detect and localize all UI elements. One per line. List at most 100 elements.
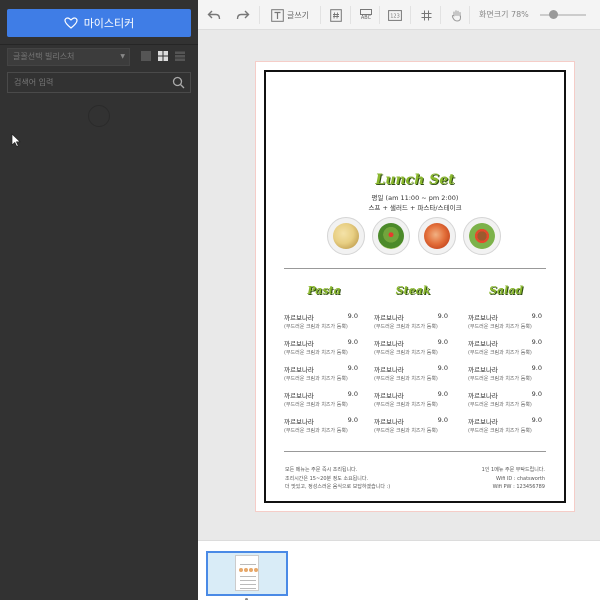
menu-hours[interactable]: 평일 (am 11:00 ~ pm 2:00) — [266, 192, 564, 202]
divider-line — [284, 268, 546, 269]
menu-item[interactable]: 까르보나라 9.0 (부드러운 크림과 치즈가 듬뿍) — [468, 364, 542, 386]
zoom-slider-track[interactable] — [540, 14, 586, 16]
toolbar-separator — [259, 6, 260, 24]
my-sticker-label: 마이스티커 — [83, 17, 135, 30]
dish-description: (부드러운 크림과 치즈가 듬뿍) — [284, 428, 348, 434]
dish-price: 9.0 — [531, 312, 542, 320]
dish-name: 까르보나라 — [374, 418, 404, 426]
heading-tool-button[interactable] — [329, 0, 343, 30]
undo-icon — [207, 10, 221, 20]
menu-title[interactable]: Lunch Set — [266, 172, 564, 188]
page-thumbnail[interactable] — [206, 551, 288, 596]
dish-name: 까르보나라 — [284, 418, 314, 426]
menu-item[interactable]: 까르보나라 9.0 (부드러운 크림과 치즈가 듬뿍) — [374, 390, 448, 412]
loading-spinner — [88, 105, 110, 127]
menu-item[interactable]: 까르보나라 9.0 (부드러운 크림과 치즈가 듬뿍) — [284, 364, 358, 386]
dish-name: 까르보나라 — [374, 340, 404, 348]
dish-price: 9.0 — [437, 390, 448, 398]
dish-description: (부드러운 크림과 치즈가 듬뿍) — [284, 324, 348, 330]
design-canvas[interactable]: Lunch Set 평일 (am 11:00 ~ pm 2:00) 스프 + 샐… — [198, 30, 600, 540]
menu-page[interactable]: Lunch Set 평일 (am 11:00 ~ pm 2:00) 스프 + 샐… — [264, 70, 566, 503]
menu-item[interactable]: 까르보나라 9.0 (부드러운 크림과 치즈가 듬뿍) — [374, 364, 448, 386]
toolbar-separator — [350, 6, 351, 24]
number-box-icon: 123 — [388, 9, 402, 21]
dish-name: 까르보나라 — [468, 314, 498, 322]
text-box-icon — [271, 8, 284, 22]
dish-name: 까르보나라 — [468, 418, 498, 426]
text-tool-label: 글쓰기 — [286, 10, 310, 20]
redo-icon — [236, 10, 250, 20]
number-tool-button[interactable]: 123 — [388, 0, 402, 30]
search-icon[interactable] — [172, 76, 185, 89]
footer-notice[interactable]: 모든 메뉴는 주문 즉시 조리됩니다. 조리시간은 15~20분 정도 소요됩니… — [285, 466, 390, 492]
font-select[interactable]: 글꼴선택 빌리스처 ▼ — [7, 48, 130, 66]
menu-item[interactable]: 까르보나라 9.0 (부드러운 크림과 치즈가 듬뿍) — [468, 416, 542, 438]
menu-item[interactable]: 까르보나라 9.0 (부드러운 크림과 치즈가 듬뿍) — [374, 338, 448, 360]
dish-price: 9.0 — [347, 390, 358, 398]
salad-dish-image[interactable] — [372, 217, 410, 255]
menu-item[interactable]: 까르보나라 9.0 (부드러운 크림과 치즈가 듬뿍) — [374, 416, 448, 438]
dish-description: (부드러운 크림과 치즈가 듬뿍) — [284, 402, 348, 408]
grid-icon — [421, 10, 431, 20]
menu-item[interactable]: 까르보나라 9.0 (부드러운 크림과 치즈가 듬뿍) — [374, 312, 448, 334]
menu-item[interactable]: 까르보나라 9.0 (부드러운 크림과 치즈가 듬뿍) — [468, 312, 542, 334]
zoom-slider-handle[interactable] — [549, 10, 558, 19]
mouse-cursor-icon — [11, 133, 21, 147]
column-title-salad[interactable]: Salad — [461, 284, 551, 297]
page-thumbnail-strip — [198, 540, 600, 600]
dish-description: (부드러운 크림과 치즈가 듬뿍) — [374, 376, 438, 382]
menu-item[interactable]: 까르보나라 9.0 (부드러운 크림과 치즈가 듬뿍) — [284, 390, 358, 412]
dish-price: 9.0 — [531, 364, 542, 372]
column-title-pasta[interactable]: Pasta — [279, 284, 369, 297]
redo-button[interactable] — [235, 0, 251, 30]
column-title-steak[interactable]: Steak — [368, 284, 458, 297]
rows-view-icon — [175, 51, 185, 61]
menu-item[interactable]: 까르보나라 9.0 (부드러운 크림과 치즈가 듬뿍) — [468, 390, 542, 412]
dish-name: 까르보나라 — [284, 340, 314, 348]
grid-toggle-button[interactable] — [420, 0, 432, 30]
view-list-button[interactable] — [139, 49, 153, 63]
menu-course[interactable]: 스프 + 샐러드 + 파스타/스테이크 — [266, 202, 564, 212]
toolbar-separator — [410, 6, 411, 24]
dish-name: 까르보나라 — [374, 366, 404, 374]
view-grid-button[interactable] — [156, 49, 170, 63]
pan-tool-button[interactable] — [450, 0, 464, 30]
footer-line: 1인 1메뉴 주문 부탁드립니다. — [481, 467, 545, 473]
footer-line: Wifi PW : 123456789 — [492, 484, 545, 490]
number-tool-label: 123 — [390, 13, 400, 19]
zoom-level-label: 화면크기 78% — [479, 10, 529, 19]
dish-price: 9.0 — [347, 364, 358, 372]
view-rows-button[interactable] — [173, 49, 187, 63]
text-style-label: ABC — [360, 15, 372, 21]
text-tool-button[interactable]: 글쓰기 — [269, 0, 311, 30]
menu-item[interactable]: 까르보나라 9.0 (부드러운 크림과 치즈가 듬뿍) — [284, 416, 358, 438]
grid-view-icon — [158, 51, 168, 61]
toolbar-separator — [379, 6, 380, 24]
dish-name: 까르보나라 — [468, 392, 498, 400]
steak-salad-dish-image[interactable] — [463, 217, 501, 255]
toolbar-separator — [440, 6, 441, 24]
pasta-dish-image[interactable] — [327, 217, 365, 255]
menu-item[interactable]: 까르보나라 9.0 (부드러운 크림과 치즈가 듬뿍) — [284, 338, 358, 360]
menu-item[interactable]: 까르보나라 9.0 (부드러운 크림과 치즈가 듬뿍) — [284, 312, 358, 334]
dish-name: 까르보나라 — [374, 392, 404, 400]
footer-wifi-info[interactable]: 1인 1메뉴 주문 부탁드립니다. Wifi ID : chatsworth W… — [482, 466, 545, 492]
dish-description: (부드러운 크림과 치즈가 듬뿍) — [374, 428, 438, 434]
search-placeholder: 검색어 입력 — [14, 78, 54, 87]
text-style-button[interactable]: ABC — [359, 0, 373, 30]
footer-line: 더 맛있고, 정성스러운 음식으로 보답하겠습니다 :) — [285, 484, 391, 490]
dish-description: (부드러운 크림과 치즈가 듬뿍) — [468, 376, 532, 382]
left-sidebar: 마이스티커 글꼴선택 빌리스처 ▼ 검색어 입력 — [0, 0, 198, 600]
search-input[interactable]: 검색어 입력 — [7, 72, 191, 93]
my-sticker-button[interactable]: 마이스티커 — [7, 9, 191, 37]
undo-button[interactable] — [206, 0, 222, 30]
heart-icon — [64, 17, 78, 29]
dish-description: (부드러운 크림과 치즈가 듬뿍) — [374, 324, 438, 330]
top-toolbar: 글쓰기 ABC 123 화면크기 78% — [198, 0, 600, 30]
menu-item[interactable]: 까르보나라 9.0 (부드러운 크림과 치즈가 듬뿍) — [468, 338, 542, 360]
spaghetti-dish-image[interactable] — [418, 217, 456, 255]
dish-name: 까르보나라 — [284, 392, 314, 400]
chevron-down-icon: ▼ — [120, 53, 125, 60]
dish-description: (부드러운 크림과 치즈가 듬뿍) — [374, 350, 438, 356]
dish-description: (부드러운 크림과 치즈가 듬뿍) — [284, 376, 348, 382]
